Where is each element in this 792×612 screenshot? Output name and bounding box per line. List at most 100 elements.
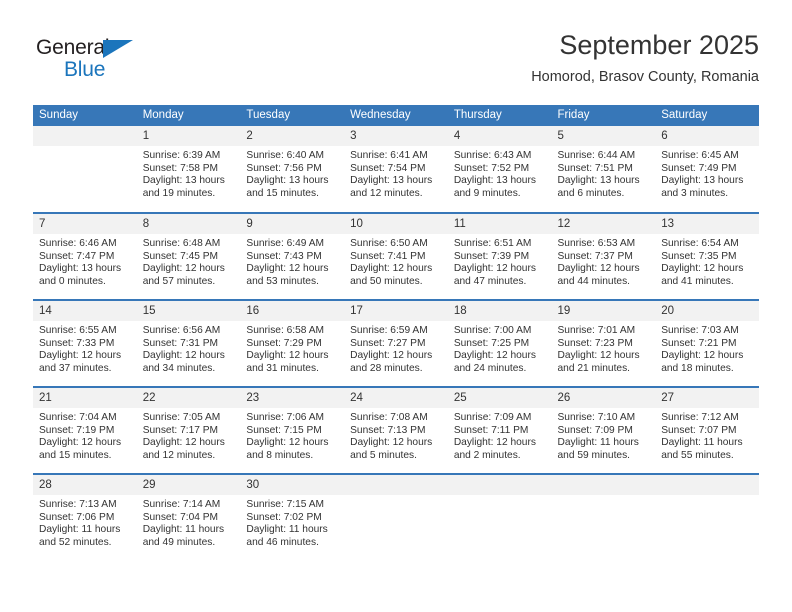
daylight-duration-line2: and 12 minutes. — [350, 187, 423, 199]
weekday-header-friday: Friday — [551, 105, 656, 126]
day-details: Sunrise: 7:10 AM Sunset: 7:09 PM Daylight:… — [552, 408, 656, 462]
daylight-duration-line1: Daylight: 12 hours — [142, 263, 225, 275]
day-cell-inner — [551, 475, 656, 561]
daylight-duration-line1: Daylight: 13 hours — [350, 175, 433, 187]
calendar-day-cell[interactable]: 29 Sunrise: 7:14 AM Sunset: 7:04 PM Dayligh… — [136, 474, 241, 561]
sunset-time: Sunset: 7:27 PM — [350, 337, 426, 349]
weekday-header-monday: Monday — [136, 105, 241, 126]
sunset-time: Sunset: 7:52 PM — [453, 162, 530, 174]
daylight-duration-line2: and 57 minutes. — [142, 275, 216, 287]
sunrise-time: Sunrise: 6:40 AM — [246, 150, 324, 161]
logo-text-general: General — [36, 36, 110, 59]
day-details: Sunrise: 6:39 AM Sunset: 7:58 PM Daylight:… — [137, 146, 241, 200]
calendar-body: 1 Sunrise: 6:39 AM Sunset: 7:58 PM Daylight… — [33, 126, 759, 561]
day-number: 1 — [136, 126, 241, 146]
daylight-duration-line2: and 8 minutes. — [246, 449, 314, 461]
calendar-day-cell[interactable]: 24 Sunrise: 7:08 AM Sunset: 7:13 PM Dayligh… — [344, 387, 448, 475]
calendar-day-cell[interactable]: 9 Sunrise: 6:49 AM Sunset: 7:43 PM Daylight… — [240, 213, 345, 301]
calendar-day-cell[interactable]: 7 Sunrise: 6:46 AM Sunset: 7:47 PM Daylight… — [33, 213, 137, 301]
daylight-duration-line1: Daylight: 12 hours — [557, 263, 640, 275]
calendar-day-cell[interactable]: 25 Sunrise: 7:09 AM Sunset: 7:11 PM Dayligh… — [447, 387, 552, 475]
sunrise-time: Sunrise: 6:49 AM — [246, 238, 324, 249]
day-number: 20 — [655, 301, 759, 321]
daylight-duration-line2: and 2 minutes. — [453, 449, 521, 461]
calendar-day-cell[interactable]: 23 Sunrise: 7:06 AM Sunset: 7:15 PM Dayligh… — [240, 387, 345, 475]
calendar-day-cell[interactable]: 2 Sunrise: 6:40 AM Sunset: 7:56 PM Daylight… — [240, 126, 345, 214]
day-details: Sunrise: 7:12 AM Sunset: 7:07 PM Daylight:… — [655, 408, 759, 462]
sunrise-time: Sunrise: 7:06 AM — [246, 412, 324, 423]
calendar-day-cell[interactable]: 12 Sunrise: 6:53 AM Sunset: 7:37 PM Dayligh… — [551, 213, 656, 301]
day-details: Sunrise: 6:58 AM Sunset: 7:29 PM Daylight:… — [240, 321, 344, 375]
calendar-day-cell[interactable]: 16 Sunrise: 6:58 AM Sunset: 7:29 PM Dayligh… — [240, 300, 345, 388]
day-details: Sunrise: 7:00 AM Sunset: 7:25 PM Daylight:… — [448, 321, 552, 375]
calendar-day-cell[interactable]: 21 Sunrise: 7:04 AM Sunset: 7:19 PM Dayligh… — [33, 387, 137, 475]
day-number: 5 — [551, 126, 656, 146]
daylight-duration-line1: Daylight: 12 hours — [350, 350, 433, 362]
daylight-duration-line2: and 50 minutes. — [350, 275, 423, 287]
daylight-duration-line2: and 46 minutes. — [246, 536, 319, 548]
calendar-day-cell[interactable]: 17 Sunrise: 6:59 AM Sunset: 7:27 PM Dayligh… — [344, 300, 448, 388]
sunset-time: Sunset: 7:31 PM — [142, 337, 219, 349]
day-details: Sunrise: 7:13 AM Sunset: 7:06 PM Daylight:… — [33, 495, 137, 549]
daylight-duration-line2: and 52 minutes. — [39, 536, 112, 548]
calendar-day-cell[interactable]: 13 Sunrise: 6:54 AM Sunset: 7:35 PM Dayligh… — [655, 213, 759, 301]
calendar-day-cell[interactable]: 19 Sunrise: 7:01 AM Sunset: 7:23 PM Dayligh… — [551, 300, 656, 388]
day-cell-inner: 30 Sunrise: 7:15 AM Sunset: 7:02 PM Dayligh… — [240, 475, 345, 561]
day-cell-inner: 22 Sunrise: 7:05 AM Sunset: 7:17 PM Dayligh… — [136, 388, 241, 473]
day-cell-inner: 16 Sunrise: 6:58 AM Sunset: 7:29 PM Dayligh… — [240, 301, 345, 386]
calendar-day-cell[interactable]: 18 Sunrise: 7:00 AM Sunset: 7:25 PM Dayligh… — [447, 300, 552, 388]
calendar-day-cell[interactable]: 5 Sunrise: 6:44 AM Sunset: 7:51 PM Daylight… — [551, 126, 656, 214]
calendar-day-cell[interactable]: 10 Sunrise: 6:50 AM Sunset: 7:41 PM Dayligh… — [344, 213, 448, 301]
day-details: Sunrise: 6:55 AM Sunset: 7:33 PM Daylight:… — [33, 321, 137, 375]
day-number: 16 — [240, 301, 345, 321]
calendar-day-cell[interactable]: 8 Sunrise: 6:48 AM Sunset: 7:45 PM Daylight… — [136, 213, 241, 301]
sunrise-time: Sunrise: 6:45 AM — [661, 150, 739, 161]
calendar-day-cell[interactable]: 15 Sunrise: 6:56 AM Sunset: 7:31 PM Dayligh… — [136, 300, 241, 388]
day-number: 22 — [136, 388, 241, 408]
calendar-day-cell[interactable]: 30 Sunrise: 7:15 AM Sunset: 7:02 PM Dayligh… — [240, 474, 345, 561]
calendar-day-cell[interactable]: 1 Sunrise: 6:39 AM Sunset: 7:58 PM Daylight… — [136, 126, 241, 214]
day-cell-inner: 8 Sunrise: 6:48 AM Sunset: 7:45 PM Daylight… — [136, 214, 241, 299]
sunset-time: Sunset: 7:37 PM — [557, 250, 633, 262]
sunrise-time: Sunrise: 6:53 AM — [557, 238, 636, 249]
calendar-day-cell[interactable]: 28 Sunrise: 7:13 AM Sunset: 7:06 PM Dayligh… — [33, 474, 137, 561]
sunrise-time: Sunrise: 6:46 AM — [39, 238, 117, 249]
day-details: Sunrise: 7:15 AM Sunset: 7:02 PM Daylight:… — [240, 495, 344, 549]
calendar-day-cell[interactable]: 22 Sunrise: 7:05 AM Sunset: 7:17 PM Dayligh… — [136, 387, 241, 475]
calendar-day-cell[interactable]: 3 Sunrise: 6:41 AM Sunset: 7:54 PM Daylight… — [344, 126, 448, 214]
calendar-day-cell[interactable]: 6 Sunrise: 6:45 AM Sunset: 7:49 PM Daylight… — [655, 126, 759, 214]
daylight-duration-line2: and 49 minutes. — [142, 536, 216, 548]
sunrise-time: Sunrise: 7:04 AM — [39, 412, 117, 423]
calendar-day-cell[interactable]: 4 Sunrise: 6:43 AM Sunset: 7:52 PM Daylight… — [447, 126, 552, 214]
day-details: Sunrise: 6:48 AM Sunset: 7:45 PM Daylight:… — [137, 234, 241, 288]
calendar-day-cell[interactable]: 26 Sunrise: 7:10 AM Sunset: 7:09 PM Dayligh… — [551, 387, 656, 475]
day-cell-inner — [447, 475, 552, 561]
day-cell-inner: 24 Sunrise: 7:08 AM Sunset: 7:13 PM Dayligh… — [344, 388, 448, 473]
calendar-day-cell[interactable]: 14 Sunrise: 6:55 AM Sunset: 7:33 PM Dayligh… — [33, 300, 137, 388]
day-cell-inner: 17 Sunrise: 6:59 AM Sunset: 7:27 PM Dayligh… — [344, 301, 448, 386]
day-details: Sunrise: 6:44 AM Sunset: 7:51 PM Daylight:… — [552, 146, 656, 200]
sunrise-time: Sunrise: 6:58 AM — [246, 325, 324, 336]
sunrise-time: Sunrise: 6:39 AM — [142, 150, 221, 161]
calendar-day-cell-empty — [551, 474, 656, 561]
page-subtitle: Homorod, Brasov County, Romania — [531, 69, 759, 85]
sunset-time: Sunset: 7:13 PM — [350, 424, 426, 436]
day-number: 13 — [655, 214, 759, 234]
daylight-duration-line1: Daylight: 13 hours — [557, 175, 640, 187]
sunset-time: Sunset: 7:47 PM — [39, 250, 115, 262]
day-number: 15 — [136, 301, 241, 321]
day-number: 23 — [240, 388, 345, 408]
calendar-day-cell[interactable]: 27 Sunrise: 7:12 AM Sunset: 7:07 PM Dayligh… — [655, 387, 759, 475]
day-details: Sunrise: 7:03 AM Sunset: 7:21 PM Daylight:… — [655, 321, 759, 375]
generalblue-logo[interactable]: General Blue — [36, 36, 166, 84]
sunset-time: Sunset: 7:29 PM — [246, 337, 322, 349]
day-cell-inner: 9 Sunrise: 6:49 AM Sunset: 7:43 PM Daylight… — [240, 214, 345, 299]
calendar-day-cell[interactable]: 20 Sunrise: 7:03 AM Sunset: 7:21 PM Dayligh… — [655, 300, 759, 388]
day-details: Sunrise: 7:01 AM Sunset: 7:23 PM Daylight:… — [552, 321, 656, 375]
daylight-duration-line2: and 0 minutes. — [39, 275, 106, 287]
calendar-week-row: 1 Sunrise: 6:39 AM Sunset: 7:58 PM Daylight… — [33, 126, 759, 214]
daylight-duration-line2: and 53 minutes. — [246, 275, 319, 287]
calendar-day-cell[interactable]: 11 Sunrise: 6:51 AM Sunset: 7:39 PM Dayligh… — [447, 213, 552, 301]
sunrise-time: Sunrise: 6:48 AM — [142, 238, 221, 249]
daylight-duration-line1: Daylight: 13 hours — [246, 175, 329, 187]
